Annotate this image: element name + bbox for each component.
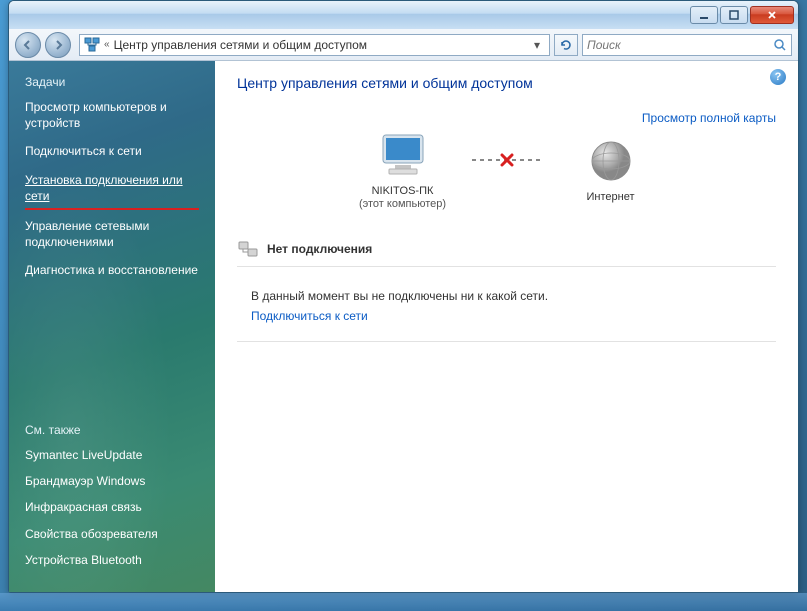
close-button[interactable]: [750, 6, 794, 24]
view-full-map-link[interactable]: Просмотр полной карты: [642, 111, 776, 125]
internet-node[interactable]: Интернет: [546, 137, 676, 204]
forward-button[interactable]: [45, 32, 71, 58]
see-also-infrared[interactable]: Инфракрасная связь: [25, 499, 199, 515]
see-also-heading: См. также: [25, 423, 199, 437]
breadcrumb-title: Центр управления сетями и общим доступом: [114, 38, 525, 52]
help-icon[interactable]: ?: [770, 69, 786, 85]
monitor-icon: [375, 131, 431, 182]
highlight-underline: [25, 208, 199, 210]
message-block: В данный момент вы не подключены ни к ка…: [237, 283, 776, 342]
network-map: NIKITOS-ПК (этот компьютер): [237, 131, 776, 210]
tasks-sidebar: Задачи Просмотр компьютеров и устройств …: [9, 61, 215, 592]
task-manage-connections[interactable]: Управление сетевыми подключениями: [25, 218, 199, 250]
globe-icon: [587, 137, 635, 188]
search-icon: [773, 38, 787, 52]
minimize-button[interactable]: [690, 6, 718, 24]
titlebar: [9, 1, 798, 29]
internet-label: Интернет: [587, 190, 635, 204]
not-connected-message: В данный момент вы не подключены ни к ка…: [251, 289, 762, 303]
see-also-browser[interactable]: Свойства обозревателя: [25, 526, 199, 542]
breadcrumb-chevron: «: [104, 39, 110, 50]
navigation-bar: « Центр управления сетями и общим доступ…: [9, 29, 798, 61]
window-frame: « Центр управления сетями и общим доступ…: [8, 0, 799, 593]
search-input[interactable]: [587, 38, 773, 52]
task-setup-connection[interactable]: Установка подключения или сети: [25, 172, 199, 204]
this-computer-node[interactable]: NIKITOS-ПК (этот компьютер): [338, 131, 468, 210]
connect-to-network-link[interactable]: Подключиться к сети: [251, 309, 368, 323]
task-view-computers[interactable]: Просмотр компьютеров и устройств: [25, 99, 199, 131]
status-row: Нет подключения: [237, 232, 776, 267]
status-text: Нет подключения: [267, 242, 372, 256]
connection-line: [472, 159, 542, 161]
map-link-row: Просмотр полной карты: [237, 111, 776, 125]
maximize-button[interactable]: [720, 6, 748, 24]
back-button[interactable]: [15, 32, 41, 58]
computer-name-label: NIKITOS-ПК: [372, 184, 434, 198]
address-bar[interactable]: « Центр управления сетями и общим доступ…: [79, 34, 550, 56]
see-also-section: См. также Symantec LiveUpdate Брандмауэр…: [25, 423, 199, 578]
see-also-firewall[interactable]: Брандмауэр Windows: [25, 473, 199, 489]
see-also-symantec[interactable]: Symantec LiveUpdate: [25, 447, 199, 463]
see-also-bluetooth[interactable]: Устройства Bluetooth: [25, 552, 199, 568]
window-body: Задачи Просмотр компьютеров и устройств …: [9, 61, 798, 592]
refresh-button[interactable]: [554, 34, 578, 56]
network-center-icon: [84, 37, 100, 53]
tasks-heading: Задачи: [25, 75, 199, 89]
taskbar: [0, 593, 807, 611]
disconnected-x-icon: [499, 152, 515, 168]
task-diagnose-repair[interactable]: Диагностика и восстановление: [25, 262, 199, 278]
task-connect-network[interactable]: Подключиться к сети: [25, 143, 199, 159]
address-dropdown-icon[interactable]: ▾: [529, 38, 545, 52]
page-title: Центр управления сетями и общим доступом: [237, 75, 776, 91]
computer-sub-label: (этот компьютер): [359, 198, 446, 210]
content-pane: ? Центр управления сетями и общим доступ…: [215, 61, 798, 592]
search-box[interactable]: [582, 34, 792, 56]
no-connection-icon: [237, 238, 259, 260]
